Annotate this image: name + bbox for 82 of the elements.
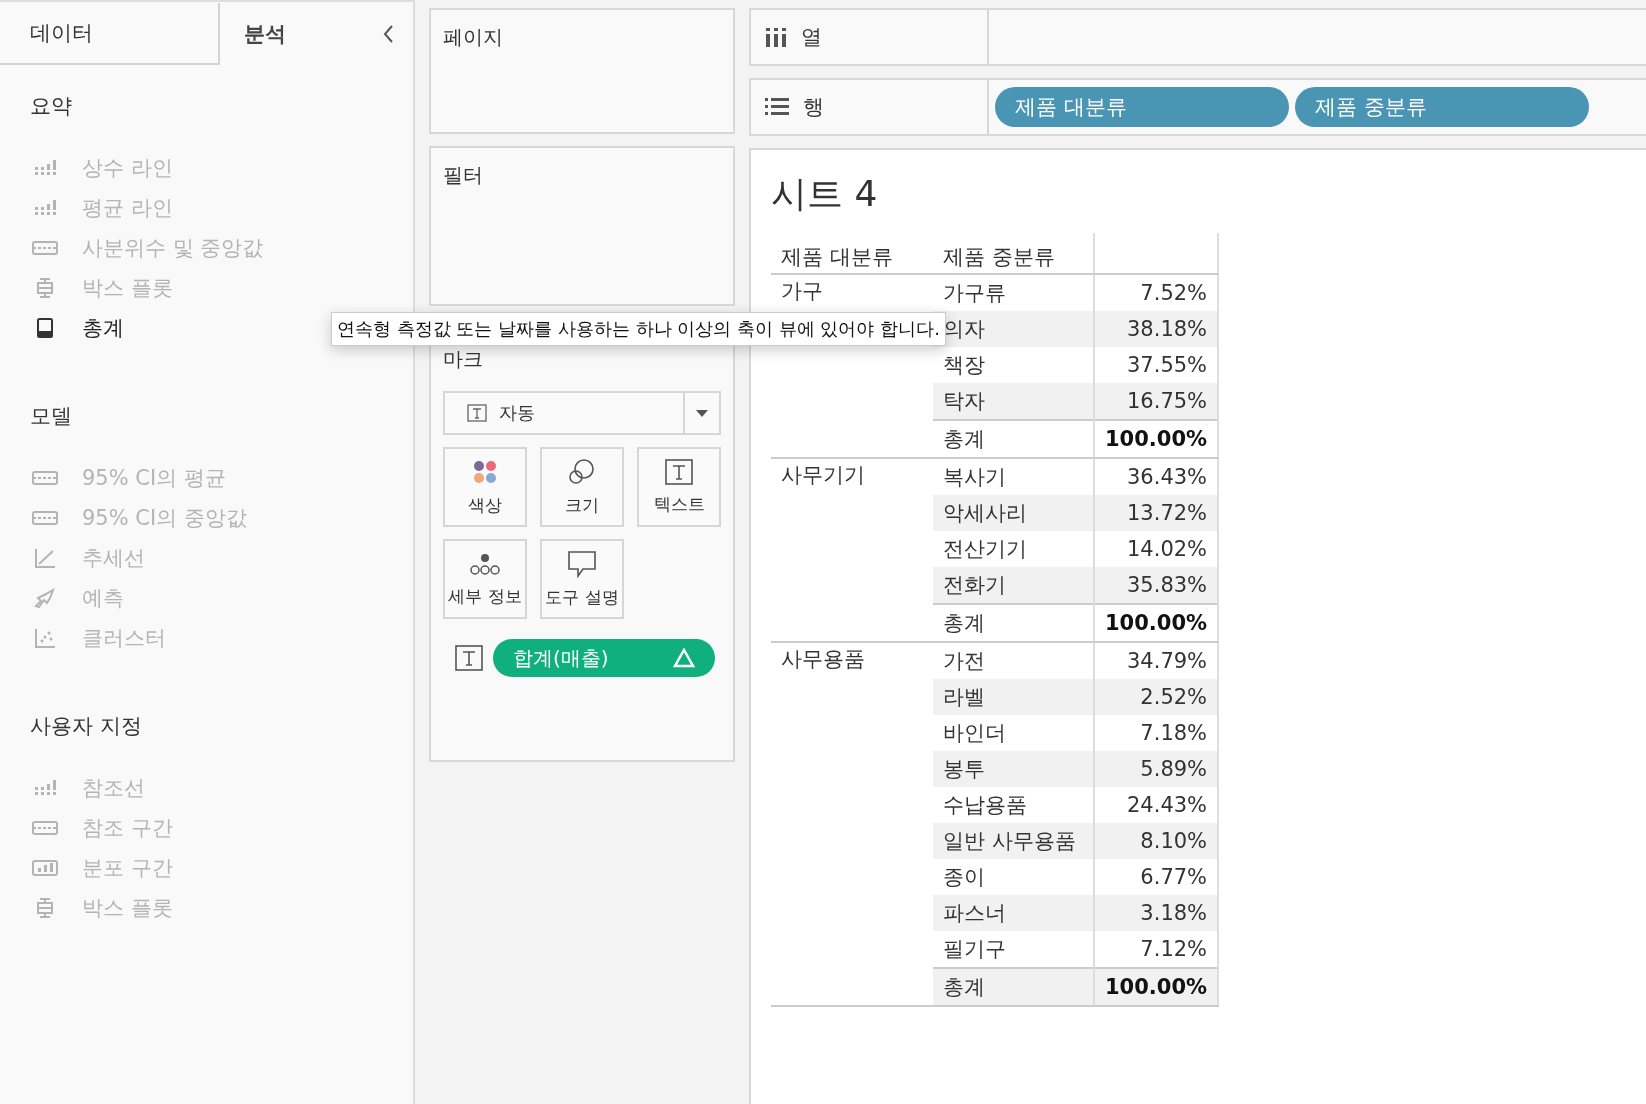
table-cell: 35.83%	[1127, 573, 1208, 597]
card-title: 마크	[443, 346, 484, 373]
table-cell: 3.18%	[1140, 901, 1208, 925]
table-cell: 100.00%	[1105, 611, 1208, 635]
table-cell: 100.00%	[1105, 427, 1208, 451]
table-cell: 36.43%	[1127, 465, 1208, 489]
triangle-icon	[673, 648, 695, 668]
sheet-title: 시트 4	[771, 172, 879, 216]
table-cell: 16.75%	[1127, 389, 1208, 413]
table-cell: 7.12%	[1140, 937, 1208, 961]
table-cell: 탁자	[943, 389, 985, 413]
section-title: 모델	[30, 403, 73, 430]
table-cell: 전산기기	[943, 537, 1027, 561]
band-icon	[30, 508, 60, 528]
text-icon	[455, 645, 483, 671]
card-title: 필터	[443, 162, 484, 189]
tooltip: 연속형 측정값 또는 날짜를 사용하는 하나 이상의 축이 뷰에 있어야 합니다.	[331, 312, 946, 346]
dimension-pill[interactable]: 제품 대분류	[995, 87, 1289, 127]
caret-icon	[695, 409, 709, 417]
panel-tab[interactable]: 분석	[220, 3, 380, 65]
card-title: 페이지	[443, 24, 504, 51]
column-header: 제품 대분류	[771, 233, 933, 274]
category-cell: 사무기기	[781, 463, 865, 487]
mark-button[interactable]: 도구 설명	[540, 539, 624, 619]
analytics-item[interactable]: 총계	[30, 308, 124, 348]
table-cell: 바인더	[943, 721, 1006, 745]
shelf-label: 열	[801, 24, 822, 51]
table-cell: 가구류	[943, 281, 1006, 305]
table-cell: 6.77%	[1140, 865, 1208, 889]
mark-type-dropdown[interactable]: 자동	[443, 391, 721, 435]
table-cell: 37.55%	[1127, 353, 1208, 377]
text-icon	[467, 404, 487, 422]
table-cell: 7.18%	[1140, 721, 1208, 745]
table-cell: 종이	[943, 865, 985, 889]
table-cell: 총계	[943, 611, 985, 635]
table-cell: 8.10%	[1140, 829, 1208, 853]
table-cell: 100.00%	[1105, 975, 1208, 999]
table-cell: 7.52%	[1140, 281, 1208, 305]
measure-pill[interactable]: 합계(매출)	[493, 639, 715, 677]
table-cell: 14.02%	[1127, 537, 1208, 561]
table-cell: 책장	[943, 353, 985, 377]
column-header: 제품 중분류	[933, 233, 1094, 274]
table-cell: 24.43%	[1127, 793, 1208, 817]
columns-icon	[765, 26, 787, 48]
table-cell: 복사기	[943, 465, 1006, 489]
shelf-label: 행	[803, 94, 824, 121]
table-cell: 2.52%	[1140, 685, 1208, 709]
table-cell: 봉투	[943, 757, 985, 781]
table-cell: 가전	[943, 649, 985, 673]
section-title: 요약	[30, 93, 73, 120]
category-cell: 사무용품	[781, 647, 865, 671]
speech-bubble-icon	[567, 549, 597, 578]
table-cell: 5.89%	[1140, 757, 1208, 781]
collapse-icon[interactable]	[382, 24, 394, 44]
table-cell: 총계	[943, 427, 985, 451]
table-cell: 일반 사무용품	[943, 829, 1076, 853]
mark-button[interactable]: 크기	[540, 447, 624, 527]
table-cell: 필기구	[943, 937, 1006, 961]
text-icon	[665, 458, 693, 485]
section-title: 사용자 지정	[30, 713, 143, 740]
dimension-pill[interactable]: 제품 중분류	[1295, 87, 1589, 127]
mark-button[interactable]: 텍스트	[637, 447, 721, 527]
table-cell: 의자	[943, 317, 985, 341]
panel-tab[interactable]: 데이터	[0, 3, 220, 65]
table-cell: 악세사리	[943, 501, 1027, 525]
table-cell: 34.79%	[1127, 649, 1208, 673]
band-icon	[30, 818, 60, 838]
mark-button[interactable]: 세부 정보	[443, 539, 527, 619]
category-cell: 가구	[781, 279, 823, 303]
table-cell: 라벨	[943, 685, 985, 709]
band-icon	[30, 238, 60, 258]
table-cell: 13.72%	[1127, 501, 1208, 525]
distribution-icon	[30, 858, 60, 878]
list-icon	[765, 97, 789, 117]
table-cell: 총계	[943, 975, 985, 999]
table-cell: 수납용품	[943, 793, 1027, 817]
mark-button[interactable]: 색상	[443, 447, 527, 527]
table-cell: 파스너	[943, 901, 1006, 925]
table-cell: 38.18%	[1127, 317, 1208, 341]
band-icon	[30, 468, 60, 488]
circles-icon	[567, 457, 597, 486]
table-cell: 전화기	[943, 573, 1006, 597]
